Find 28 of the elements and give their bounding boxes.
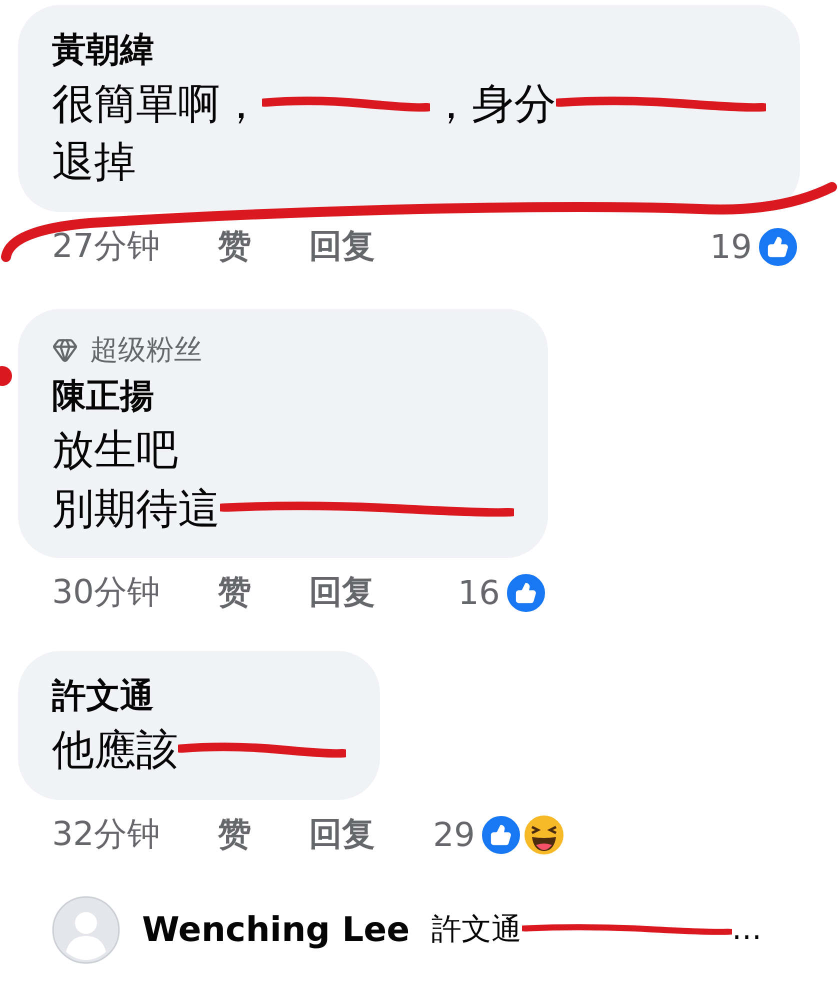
pen-stroke [0,364,14,388]
fan-label: 超级粉丝 [90,332,202,368]
comment-text: 別期待這 [52,482,220,535]
avatar-icon [52,896,120,964]
comment-text: 放生吧 [52,424,178,476]
comment-text: 許文通 [432,911,522,950]
comment-time: 30分钟 [52,571,160,614]
reply-author[interactable]: Wenching Lee [142,910,410,950]
comment-author[interactable]: 陳正揚 [52,373,154,421]
like-link[interactable]: 赞 [218,570,251,616]
comment-author[interactable]: 黃朝緯 [52,27,154,75]
reply-link[interactable]: 回复 [309,812,375,858]
reaction-count: 16 [458,573,500,612]
reply-link[interactable]: 回复 [309,570,375,616]
reaction-count: 29 [433,815,475,854]
comment-text: 退掉 [52,136,136,188]
comment-text: 他應該 [52,724,178,776]
comment-time: 27分钟 [52,225,160,268]
like-link[interactable]: 赞 [218,224,251,270]
comment-text: 很簡單啊， [52,78,262,130]
comment-time: 32分钟 [52,813,160,856]
comment-text: ，身分 [430,78,556,130]
reply-link[interactable]: 回复 [309,224,375,270]
comment-text: … [732,912,762,948]
comment-author[interactable]: 許文通 [52,673,154,721]
reaction-count: 19 [710,227,752,266]
diamond-icon [52,337,78,364]
like-link[interactable]: 赞 [218,812,251,858]
